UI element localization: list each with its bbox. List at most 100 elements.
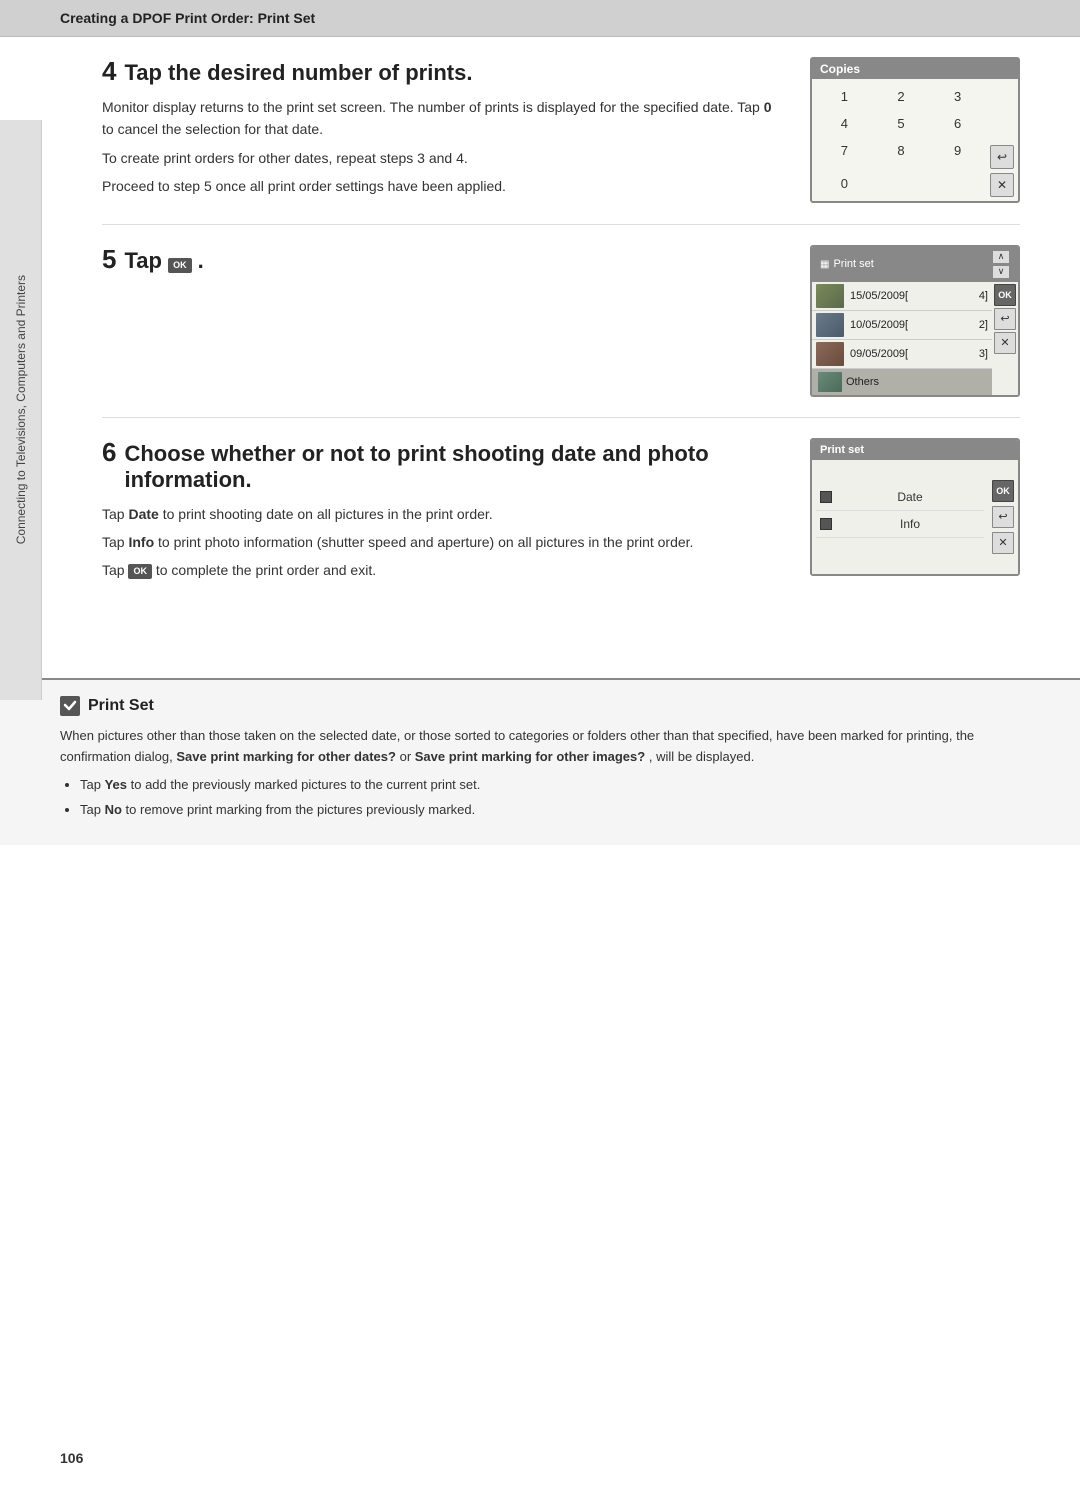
copies-side-buttons: ↩ ✕ bbox=[990, 79, 1018, 201]
step6-ok-icon: OK bbox=[128, 564, 152, 579]
step6-number: 6 bbox=[102, 438, 116, 467]
di-cancel-button[interactable]: ✕ bbox=[992, 532, 1014, 554]
step4-section: 4 Tap the desired number of prints. Moni… bbox=[102, 57, 1020, 225]
copies-num-6[interactable]: 6 bbox=[929, 110, 986, 137]
note-para1: When pictures other than those taken on … bbox=[60, 726, 1020, 768]
step6-bold-info: Info bbox=[128, 534, 154, 550]
step6-para1: Tap Date to print shooting date on all p… bbox=[102, 503, 780, 525]
step4-bold1: 0 bbox=[764, 99, 772, 115]
copies-empty2 bbox=[929, 170, 986, 197]
step5-title: 5 Tap OK . bbox=[102, 245, 780, 274]
ps-cancel-button[interactable]: ✕ bbox=[994, 332, 1016, 354]
step4-para3: Proceed to step 5 once all print order s… bbox=[102, 175, 780, 197]
note-or: or bbox=[400, 749, 415, 764]
note-b2-bold: No bbox=[105, 802, 122, 817]
step4-body1: Monitor display returns to the print set… bbox=[102, 99, 760, 115]
copies-header: Copies bbox=[812, 59, 1018, 79]
ps-thumb-2 bbox=[816, 313, 844, 337]
copies-num-1[interactable]: 1 bbox=[816, 83, 873, 110]
note-b2-post: to remove print marking from the picture… bbox=[126, 802, 476, 817]
ps-side-btns: OK ↩ ✕ bbox=[992, 282, 1018, 395]
ps-ok-button[interactable]: OK bbox=[994, 284, 1016, 306]
copies-num-2[interactable]: 2 bbox=[873, 83, 930, 110]
step5-tap-text: Tap bbox=[124, 248, 168, 274]
step6-body2-post: to print photo information (shutter spee… bbox=[158, 534, 693, 550]
ps-thumb-1 bbox=[816, 284, 844, 308]
step6-bold-date: Date bbox=[128, 506, 158, 522]
step6-title-text: Choose whether or not to print shooting … bbox=[124, 441, 780, 493]
dateinfo-screen: Print set Date Info OK ↩ ✕ bbox=[810, 438, 1020, 576]
step6-left: 6 Choose whether or not to print shootin… bbox=[102, 438, 810, 588]
copies-bottom-row: 0 bbox=[812, 168, 990, 201]
ps-others-row: Others bbox=[812, 369, 992, 395]
ps-header: ▦ Print set ∧ ∨ bbox=[812, 247, 1018, 282]
printset-screen: ▦ Print set ∧ ∨ 15/05/2009[ 4] bbox=[810, 245, 1020, 397]
di-date-label: Date bbox=[840, 490, 980, 504]
step6-para3: Tap OK to complete the print order and e… bbox=[102, 559, 780, 581]
copies-num-0[interactable]: 0 bbox=[816, 170, 873, 197]
copies-body: 1 2 3 4 5 6 7 8 9 0 bbox=[812, 79, 1018, 201]
ps-date-3: 09/05/2009[ bbox=[848, 344, 972, 364]
step5-period: . bbox=[192, 248, 204, 274]
ps-date-1: 15/05/2009[ bbox=[848, 286, 972, 306]
di-info-checkbox[interactable] bbox=[820, 518, 832, 530]
note-icon bbox=[60, 696, 80, 716]
note-bullet1: Tap Yes to add the previously marked pic… bbox=[80, 775, 1020, 796]
di-rows: Date Info bbox=[812, 476, 988, 558]
ps-count-2: 2] bbox=[972, 319, 992, 331]
note-b2-pre: Tap bbox=[80, 802, 105, 817]
ps-thumb-4 bbox=[818, 372, 842, 392]
ps-scroll-down[interactable]: ∨ bbox=[992, 265, 1010, 279]
header-title: Creating a DPOF Print Order: Print Set bbox=[60, 10, 315, 26]
side-label: Connecting to Televisions, Computers and… bbox=[0, 120, 42, 700]
ps-back-button[interactable]: ↩ bbox=[994, 308, 1016, 330]
step6-body2-pre: Tap bbox=[102, 534, 128, 550]
copies-num-5[interactable]: 5 bbox=[873, 110, 930, 137]
ps-row-2: 10/05/2009[ 2] bbox=[812, 311, 992, 340]
step4-title: 4 Tap the desired number of prints. bbox=[102, 57, 780, 86]
step5-left: 5 Tap OK . bbox=[102, 245, 810, 284]
copies-empty bbox=[873, 170, 930, 197]
step5-number: 5 bbox=[102, 245, 116, 274]
copies-num-7[interactable]: 7 bbox=[816, 137, 873, 164]
copies-num-4[interactable]: 4 bbox=[816, 110, 873, 137]
di-ok-button[interactable]: OK bbox=[992, 480, 1014, 502]
copies-screen: Copies 1 2 3 4 5 6 7 8 9 0 bbox=[810, 57, 1020, 203]
note-bold1: Save print marking for other dates? bbox=[176, 749, 396, 764]
di-body: Date Info OK ↩ ✕ bbox=[812, 476, 1018, 558]
step6-body1-post: to print shooting date on all pictures i… bbox=[163, 506, 493, 522]
step6-para2: Tap Info to print photo information (shu… bbox=[102, 531, 780, 553]
copies-num-9[interactable]: 9 bbox=[929, 137, 986, 164]
step6-body1-pre: Tap bbox=[102, 506, 128, 522]
note-bullet2: Tap No to remove print marking from the … bbox=[80, 800, 1020, 821]
copies-back-button[interactable]: ↩ bbox=[990, 145, 1014, 169]
step5-section: 5 Tap OK . ▦ Print set ∧ ∨ bbox=[102, 245, 1020, 418]
note-bold2: Save print marking for other images? bbox=[415, 749, 645, 764]
note-list: Tap Yes to add the previously marked pic… bbox=[60, 775, 1020, 821]
copies-cancel-button[interactable]: ✕ bbox=[990, 173, 1014, 197]
copies-num-3[interactable]: 3 bbox=[929, 83, 986, 110]
note-title: Print Set bbox=[60, 696, 1020, 716]
note-body: When pictures other than those taken on … bbox=[60, 726, 1020, 821]
ps-row-1: 15/05/2009[ 4] bbox=[812, 282, 992, 311]
step4-body1b: to cancel the selection for that date. bbox=[102, 121, 323, 137]
ps-body: 15/05/2009[ 4] 10/05/2009[ 2] 09/05/2009… bbox=[812, 282, 1018, 395]
step4-number: 4 bbox=[102, 57, 116, 86]
ps-row-3: 09/05/2009[ 3] bbox=[812, 340, 992, 369]
ps-count-1: 4] bbox=[972, 290, 992, 302]
di-date-checkbox[interactable] bbox=[820, 491, 832, 503]
copies-num-8[interactable]: 8 bbox=[873, 137, 930, 164]
ps-count-3: 3] bbox=[972, 348, 992, 360]
step6-section: 6 Choose whether or not to print shootin… bbox=[102, 438, 1020, 608]
note-body2: , will be displayed. bbox=[649, 749, 755, 764]
di-side-btns: OK ↩ ✕ bbox=[988, 476, 1018, 558]
note-box: Print Set When pictures other than those… bbox=[0, 678, 1080, 845]
ps-rows: 15/05/2009[ 4] 10/05/2009[ 2] 09/05/2009… bbox=[812, 282, 992, 395]
ps-header-icon: ▦ bbox=[820, 259, 829, 270]
di-back-button[interactable]: ↩ bbox=[992, 506, 1014, 528]
ps-header-text: Print set bbox=[833, 258, 873, 270]
step4-para1: Monitor display returns to the print set… bbox=[102, 96, 780, 141]
ps-scroll-up[interactable]: ∧ bbox=[992, 250, 1010, 264]
ps-thumb-3 bbox=[816, 342, 844, 366]
step6-body3-pre: Tap bbox=[102, 562, 128, 578]
